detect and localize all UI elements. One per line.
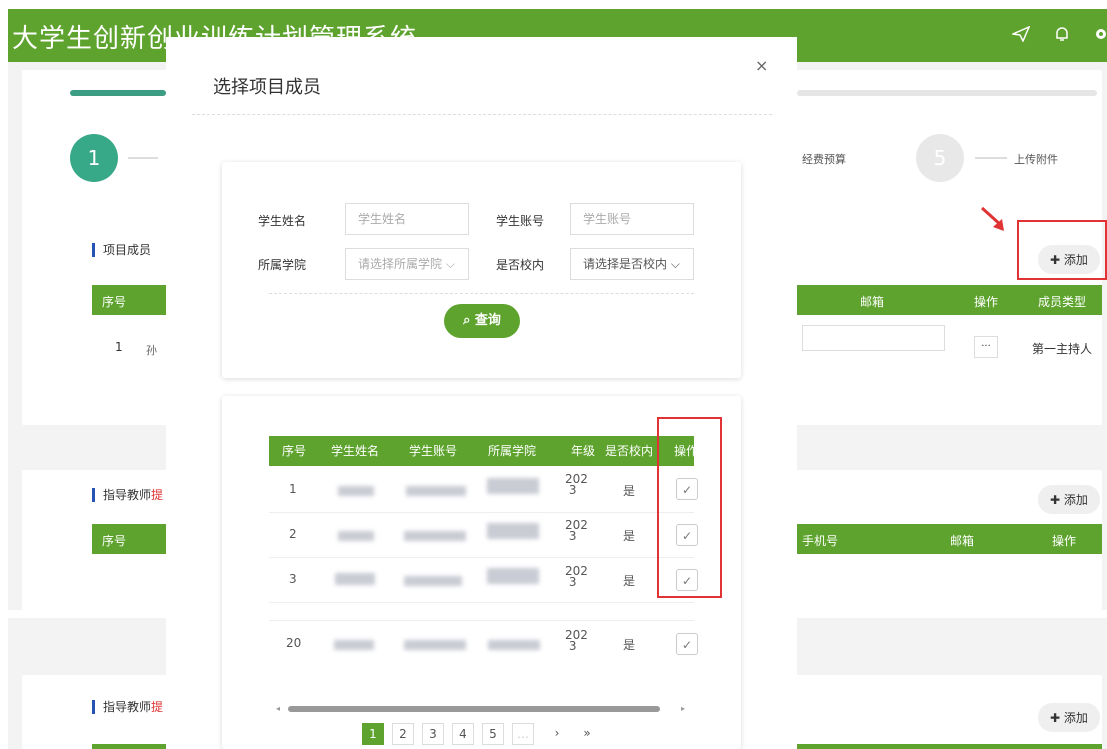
horizontal-scrollbar-thumb[interactable] <box>288 706 660 712</box>
teachers-header-seq: 序号 <box>102 534 127 548</box>
row-divider <box>269 602 694 603</box>
redacted-name <box>338 486 374 496</box>
members-section-title: 项目成员 <box>92 243 151 257</box>
members-row-seq: 1 <box>115 340 123 354</box>
row-seq: 3 <box>289 572 297 586</box>
members-header-email: 邮箱 <box>860 295 885 309</box>
redacted-account <box>404 531 466 541</box>
members-header-op: 操作 <box>974 295 999 309</box>
member-type-value: 第一主持人 <box>1032 342 1093 356</box>
arrow-indicator-icon <box>980 206 1010 237</box>
redacted-account <box>404 576 462 586</box>
page-5-button[interactable]: 5 <box>482 723 504 745</box>
redacted-college <box>487 568 539 584</box>
teachers-header-op: 操作 <box>1052 534 1077 548</box>
row-oncampus: 是 <box>623 484 636 498</box>
redacted-college <box>487 523 539 539</box>
row-grade: 202 3 <box>565 518 588 543</box>
oncampus-label: 是否校内 <box>496 258 545 272</box>
results-gap-cover <box>222 608 741 620</box>
plus-icon: ✚ <box>1050 493 1064 507</box>
redacted-account <box>406 486 466 496</box>
results-header-seq: 序号 <box>282 444 307 458</box>
page-3-button[interactable]: 3 <box>422 723 444 745</box>
members-header-type: 成员类型 <box>1038 295 1087 309</box>
results-header-grade: 年级 <box>571 444 596 458</box>
page-ellipsis-button[interactable]: … <box>512 723 534 745</box>
search-icon: ⌕ <box>463 313 475 328</box>
row-select-checkbox[interactable]: ✓ <box>676 633 698 655</box>
redacted-account <box>404 640 466 650</box>
modal-title-divider <box>192 114 772 115</box>
form-divider <box>269 293 694 294</box>
progress-bar <box>70 90 166 96</box>
chevron-down-icon: ⌵ <box>442 257 455 271</box>
college-select[interactable]: 请选择所属学院 ⌵ <box>345 248 469 280</box>
name-label: 学生姓名 <box>258 214 307 228</box>
step-connector <box>975 157 1007 159</box>
redacted-name <box>338 531 374 541</box>
row-grade: 202 3 <box>565 628 588 653</box>
row-oncampus: 是 <box>623 574 636 588</box>
row-grade: 202 3 <box>565 564 588 589</box>
send-icon[interactable] <box>1010 25 1031 46</box>
teachers-header-phone: 手机号 <box>802 534 839 548</box>
row-seq: 1 <box>289 482 297 496</box>
bell-icon[interactable] <box>1055 26 1069 46</box>
page-4-button[interactable]: 4 <box>452 723 474 745</box>
step-5-circle[interactable]: 5 <box>916 134 964 182</box>
redacted-name <box>334 640 374 650</box>
gear-icon[interactable] <box>1094 26 1107 46</box>
progress-track <box>797 90 1097 96</box>
page-1-button[interactable]: 1 <box>362 723 384 745</box>
teachers-section-title-lower: 指导教师提 <box>92 700 163 714</box>
add-teacher-button-lower[interactable]: ✚ 添加 <box>1038 703 1100 732</box>
teachers-header-email: 邮箱 <box>950 534 975 548</box>
redacted-college <box>488 640 540 650</box>
redacted-name <box>335 573 375 585</box>
page-2-button[interactable]: 2 <box>392 723 414 745</box>
row-seq: 2 <box>289 527 297 541</box>
member-more-button[interactable]: ··· <box>974 336 998 358</box>
step-1-circle[interactable]: 1 <box>70 134 118 182</box>
results-header-oncampus: 是否校内 <box>605 444 654 458</box>
results-header-name: 学生姓名 <box>331 444 380 458</box>
row-seq: 20 <box>286 636 302 650</box>
row-oncampus: 是 <box>623 529 636 543</box>
row-oncampus: 是 <box>623 638 636 652</box>
step-connector <box>128 157 158 159</box>
members-header-seq: 序号 <box>102 295 127 309</box>
plus-icon: ✚ <box>1050 253 1064 267</box>
step-upload-label: 上传附件 <box>1014 153 1058 166</box>
next-page-button[interactable]: › <box>546 723 568 745</box>
close-icon[interactable]: × <box>755 56 768 75</box>
plus-icon: ✚ <box>1050 711 1064 725</box>
student-account-input[interactable]: 学生账号 <box>570 203 694 235</box>
teachers-section-title: 指导教师提 <box>92 488 163 502</box>
modal-title: 选择项目成员 <box>213 77 321 98</box>
scroll-right-icon[interactable]: ▸ <box>681 704 685 713</box>
members-row-name: 孙 <box>146 344 157 357</box>
op-column-highlight <box>657 417 722 598</box>
results-header-college: 所属学院 <box>488 444 537 458</box>
row-grade: 202 3 <box>565 472 588 497</box>
add-member-button[interactable]: ✚ 添加 <box>1038 245 1100 274</box>
scroll-left-icon[interactable]: ◂ <box>276 704 280 713</box>
row-divider <box>269 512 694 513</box>
search-button[interactable]: ⌕ 查询 <box>444 304 520 338</box>
add-teacher-button[interactable]: ✚ 添加 <box>1038 485 1100 514</box>
chevron-down-icon: ⌵ <box>667 257 680 271</box>
redacted-college <box>487 478 539 494</box>
member-email-input[interactable] <box>802 325 945 351</box>
row-divider <box>269 620 694 621</box>
college-label: 所属学院 <box>258 258 307 272</box>
row-divider <box>269 557 694 558</box>
step-budget-label: 经费预算 <box>802 153 846 166</box>
account-label: 学生账号 <box>496 214 545 228</box>
results-header-account: 学生账号 <box>409 444 458 458</box>
last-page-button[interactable]: » <box>576 723 598 745</box>
oncampus-select[interactable]: 请选择是否校内 ⌵ <box>570 248 694 280</box>
student-name-input[interactable]: 学生姓名 <box>345 203 469 235</box>
